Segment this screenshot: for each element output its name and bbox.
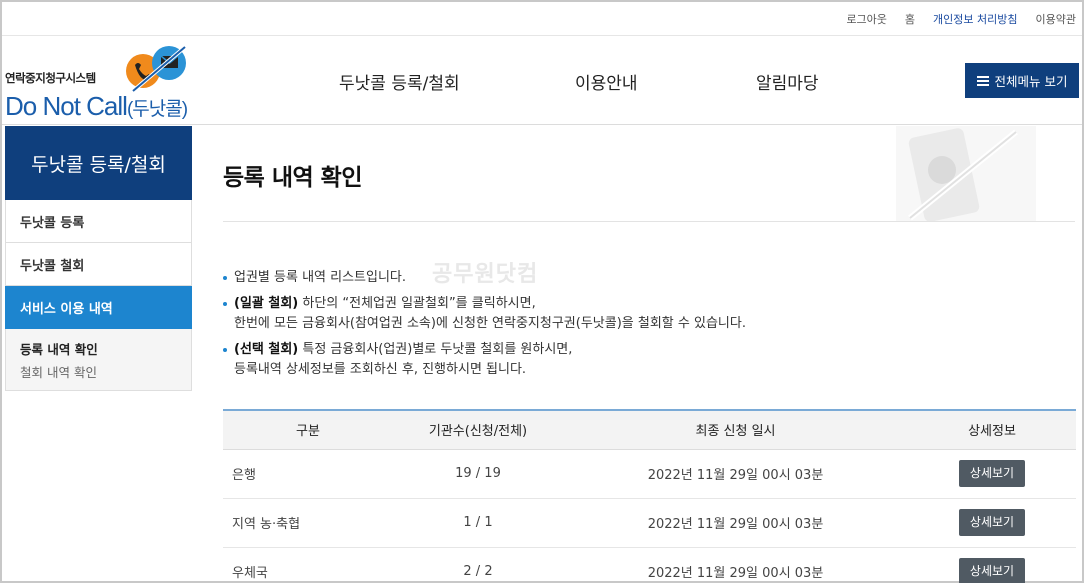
detail-cell: 상세보기 bbox=[908, 547, 1076, 583]
info-notes: 업권별 등록 내역 리스트입니다. (일괄 철회) 하단의 “전체업권 일괄철회… bbox=[222, 268, 746, 386]
privacy-policy-link[interactable]: 개인정보 처리방침 bbox=[933, 11, 1017, 27]
detail-button[interactable]: 상세보기 bbox=[959, 558, 1025, 583]
sidebar-item-withdraw[interactable]: 두낫콜 철회 bbox=[5, 243, 192, 286]
gnb-notice[interactable]: 알림마당 bbox=[756, 69, 819, 94]
gnb-guide[interactable]: 이용안내 bbox=[575, 69, 638, 94]
category-cell: 지역 농·축협 bbox=[223, 498, 393, 548]
table-row: 우체국 2 / 2 2022년 11월 29일 00시 03분 상세보기 bbox=[223, 547, 1076, 583]
hamburger-icon bbox=[976, 75, 989, 86]
note-text: 한번에 모든 금융회사(참여업권 소속)에 신청한 연락중지청구권(두낫콜)을 … bbox=[234, 316, 746, 331]
home-link[interactable]: 홈 bbox=[905, 11, 915, 27]
title-divider bbox=[223, 221, 1075, 222]
category-cell: 우체국 bbox=[223, 547, 393, 583]
note-text: 특정 금융회사(업권)별로 두낫콜 철회를 원하시면, bbox=[298, 342, 573, 357]
sidebar-sub-registration-history[interactable]: 등록 내역 확인 bbox=[20, 339, 177, 358]
utility-links: 로그아웃 홈 개인정보 처리방침 이용약관 bbox=[846, 11, 1076, 27]
table-row: 은행 19 / 19 2022년 11월 29일 00시 03분 상세보기 bbox=[223, 449, 1076, 499]
date-cell: 2022년 11월 29일 00시 03분 bbox=[563, 547, 908, 583]
category-cell: 은행 bbox=[223, 449, 393, 499]
table-header-row: 구분 기관수(신청/전체) 최종 신청 일시 상세정보 bbox=[223, 410, 1076, 450]
note-text: 등록내역 상세정보를 조회하신 후, 진행하시면 됩니다. bbox=[234, 362, 527, 377]
table-row: 지역 농·축협 1 / 1 2022년 11월 29일 00시 03분 상세보기 bbox=[223, 498, 1076, 548]
detail-cell: 상세보기 bbox=[908, 449, 1076, 499]
date-cell: 2022년 11월 29일 00시 03분 bbox=[563, 498, 908, 548]
note-item: (선택 철회) 특정 금융회사(업권)별로 두낫콜 철회를 원하시면, 등록내역… bbox=[222, 340, 746, 380]
count-cell: 19 / 19 bbox=[393, 449, 563, 499]
count-cell: 2 / 2 bbox=[393, 547, 563, 583]
site-logo[interactable]: 연락중지청구시스템 Do Not Call(두낫콜) bbox=[5, 43, 205, 123]
sidebar-heading: 두낫콜 등록/철회 bbox=[5, 126, 192, 200]
detail-button[interactable]: 상세보기 bbox=[959, 509, 1025, 536]
system-name: 연락중지청구시스템 bbox=[5, 71, 96, 85]
column-header: 구분 bbox=[223, 410, 393, 450]
sidebar-item-service-history[interactable]: 서비스 이용 내역 bbox=[5, 286, 192, 329]
note-item: (일괄 철회) 하단의 “전체업권 일괄철회”를 클릭하시면, 한번에 모든 금… bbox=[222, 294, 746, 334]
terms-link[interactable]: 이용약관 bbox=[1036, 11, 1076, 27]
sidebar: 두낫콜 등록/철회 두낫콜 등록 두낫콜 철회 서비스 이용 내역 등록 내역 … bbox=[5, 126, 192, 391]
utility-bar: 로그아웃 홈 개인정보 처리방침 이용약관 bbox=[2, 2, 1082, 36]
all-menu-button[interactable]: 전체메뉴 보기 bbox=[965, 63, 1079, 98]
page-title: 등록 내역 확인 bbox=[223, 165, 362, 191]
note-bold: (선택 철회) bbox=[234, 342, 299, 357]
site-header: 연락중지청구시스템 Do Not Call(두낫콜) 두낫콜 등록/철회 이용안… bbox=[2, 37, 1082, 125]
date-cell: 2022년 11월 29일 00시 03분 bbox=[563, 449, 908, 499]
sidebar-item-register[interactable]: 두낫콜 등록 bbox=[5, 200, 192, 243]
gnb-register-withdraw[interactable]: 두낫콜 등록/철회 bbox=[339, 69, 460, 94]
no-call-illustration bbox=[896, 126, 1036, 222]
logout-link[interactable]: 로그아웃 bbox=[846, 11, 886, 27]
registration-table: 구분 기관수(신청/전체) 최종 신청 일시 상세정보 은행 19 / 19 2… bbox=[223, 409, 1076, 583]
brand-text: Do Not Call bbox=[5, 91, 128, 121]
column-header: 기관수(신청/전체) bbox=[393, 410, 563, 450]
detail-button[interactable]: 상세보기 bbox=[959, 460, 1025, 487]
note-text: 하단의 “전체업권 일괄철회”를 클릭하시면, bbox=[298, 296, 536, 311]
column-header: 상세정보 bbox=[908, 410, 1076, 450]
note-text: 업권별 등록 내역 리스트입니다. bbox=[234, 270, 407, 285]
sidebar-sub-withdrawal-history[interactable]: 철회 내역 확인 bbox=[20, 362, 177, 381]
sidebar-submenu: 등록 내역 확인 철회 내역 확인 bbox=[5, 329, 192, 391]
note-item: 업권별 등록 내역 리스트입니다. bbox=[222, 268, 746, 288]
brand-kor: (두낫콜) bbox=[126, 99, 188, 120]
detail-cell: 상세보기 bbox=[908, 498, 1076, 548]
count-cell: 1 / 1 bbox=[393, 498, 563, 548]
column-header: 최종 신청 일시 bbox=[563, 410, 908, 450]
brand-name: Do Not Call(두낫콜) bbox=[5, 91, 188, 122]
note-bold: (일괄 철회) bbox=[234, 296, 299, 311]
all-menu-label: 전체메뉴 보기 bbox=[994, 74, 1068, 89]
